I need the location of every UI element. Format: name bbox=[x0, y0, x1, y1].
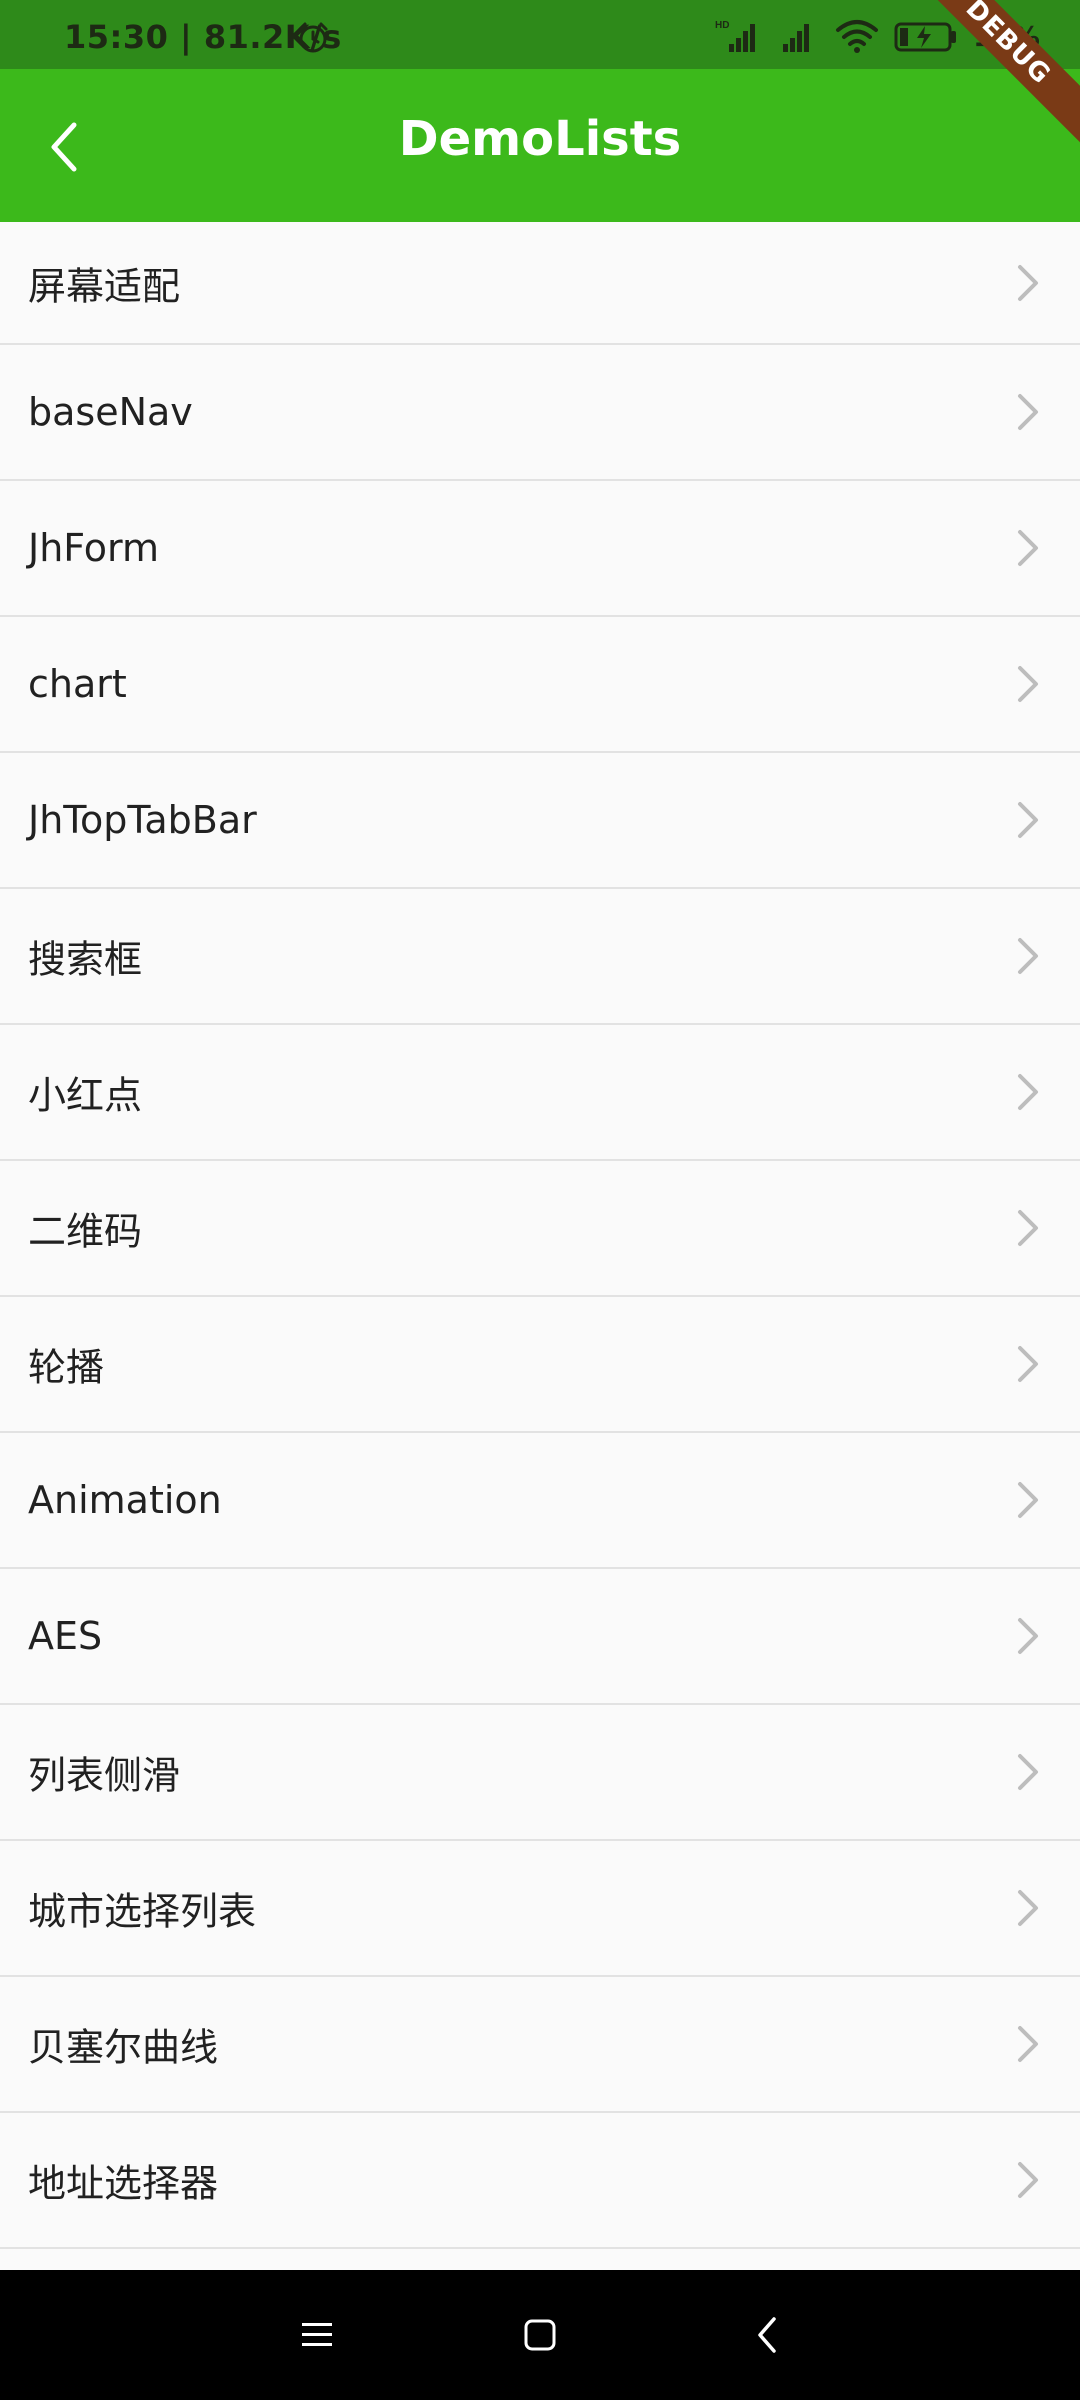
list-item[interactable]: chart bbox=[0, 617, 1080, 753]
list-item-label: 列表侧滑 bbox=[28, 1753, 181, 1798]
home-button[interactable] bbox=[510, 2305, 570, 2365]
list-item[interactable]: AES bbox=[0, 1569, 1080, 1705]
list-item-label: baseNav bbox=[28, 390, 193, 434]
list-item-label: 贝塞尔曲线 bbox=[28, 2025, 219, 2070]
list-item[interactable]: 地址选择器 bbox=[0, 2113, 1080, 2249]
list-item-label: JhTopTabBar bbox=[28, 798, 257, 842]
list-item[interactable]: 城市选择列表 bbox=[0, 1841, 1080, 1977]
chevron-right-icon bbox=[1018, 1210, 1038, 1246]
list-item[interactable]: 搜索框 bbox=[0, 889, 1080, 1025]
list-item-label: Animation bbox=[28, 1478, 222, 1522]
list-item-label: 轮播 bbox=[28, 1345, 105, 1390]
list-item[interactable]: 轮播 bbox=[0, 1297, 1080, 1433]
chevron-right-icon bbox=[1018, 666, 1038, 702]
chevron-right-icon bbox=[1018, 802, 1038, 838]
chevron-right-icon bbox=[1018, 1482, 1038, 1518]
list-item[interactable]: 贝塞尔曲线 bbox=[0, 1977, 1080, 2113]
back-triangle-icon bbox=[758, 2317, 776, 2353]
system-back-button[interactable] bbox=[737, 2305, 797, 2365]
chevron-right-icon bbox=[1018, 264, 1038, 301]
list-item-label: 搜索框 bbox=[28, 937, 143, 982]
list-item-label: 城市选择列表 bbox=[28, 1889, 257, 1934]
home-square-icon bbox=[524, 2319, 556, 2351]
demo-list: 屏幕适配 baseNav JhForm chart JhTopTabBar 搜索… bbox=[0, 222, 1080, 2249]
chevron-right-icon bbox=[1018, 1890, 1038, 1926]
list-item[interactable]: 列表侧滑 bbox=[0, 1705, 1080, 1841]
list-item-label: 二维码 bbox=[28, 1209, 143, 1254]
list-item[interactable]: baseNav bbox=[0, 345, 1080, 481]
recent-apps-button[interactable] bbox=[287, 2305, 347, 2365]
system-nav-bar bbox=[0, 2270, 1080, 2400]
list-item[interactable]: JhForm bbox=[0, 481, 1080, 617]
page-title: DemoLists bbox=[398, 111, 682, 167]
list-item-label: AES bbox=[28, 1614, 103, 1658]
list-item[interactable]: JhTopTabBar bbox=[0, 753, 1080, 889]
status-bar: 15:30 | 81.2K/s HD bbox=[0, 0, 1080, 69]
list-item-label: chart bbox=[28, 662, 127, 706]
svg-text:HD: HD bbox=[715, 20, 729, 31]
app-bar: DemoLists bbox=[0, 69, 1080, 222]
wifi-icon bbox=[835, 20, 878, 53]
list-item[interactable]: 二维码 bbox=[0, 1161, 1080, 1297]
chevron-right-icon bbox=[1018, 530, 1038, 566]
list-item-label: 地址选择器 bbox=[28, 2161, 219, 2206]
list-item-label: 小红点 bbox=[28, 1073, 143, 1118]
list-item-label: 屏幕适配 bbox=[28, 264, 181, 308]
list-item[interactable]: 屏幕适配 bbox=[0, 222, 1080, 345]
chevron-right-icon bbox=[1018, 938, 1038, 974]
list-item[interactable]: Animation bbox=[0, 1433, 1080, 1569]
chevron-right-icon bbox=[1018, 1074, 1038, 1110]
list-item[interactable]: 小红点 bbox=[0, 1025, 1080, 1161]
menu-icon bbox=[302, 2323, 332, 2346]
screen: 15:30 | 81.2K/s HD DemoLists DEBUG 屏幕适配 … bbox=[0, 0, 1080, 2400]
chevron-right-icon bbox=[1018, 2162, 1038, 2198]
chevron-right-icon bbox=[1018, 1346, 1038, 1382]
alarm-clock-icon bbox=[298, 22, 328, 53]
chevron-right-icon bbox=[1018, 1618, 1038, 1654]
hd-signal-icon: HD bbox=[715, 20, 755, 52]
chevron-right-icon bbox=[1018, 1754, 1038, 1790]
signal-icon bbox=[782, 24, 809, 52]
chevron-right-icon bbox=[1018, 394, 1038, 430]
chevron-right-icon bbox=[1018, 2026, 1038, 2062]
list-item-label: JhForm bbox=[28, 526, 160, 570]
battery-charging-icon bbox=[894, 22, 956, 52]
